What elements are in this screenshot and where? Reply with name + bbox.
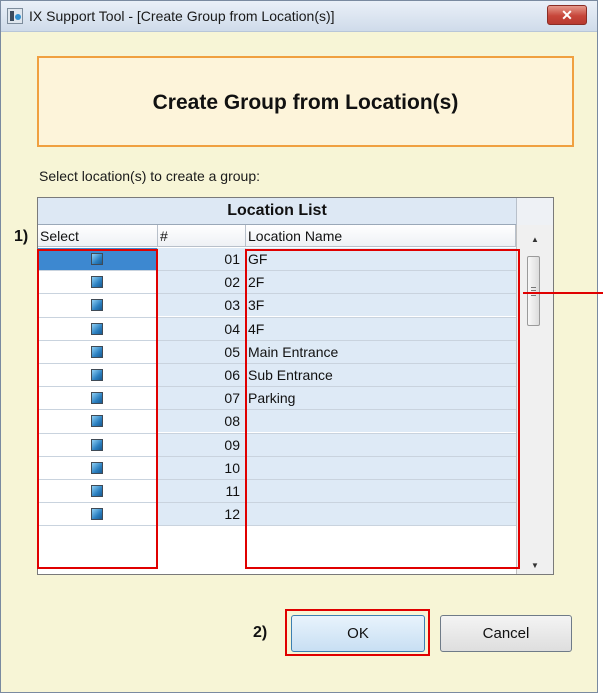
scroll-down-arrow-icon[interactable]: ▼: [531, 561, 539, 570]
callout-pointer-line: [523, 292, 603, 294]
row-number: 11: [158, 479, 246, 502]
row-number: 01: [158, 248, 246, 270]
row-number: 03: [158, 294, 246, 317]
row-number: 04: [158, 317, 246, 340]
page-title: Create Group from Location(s): [152, 91, 459, 114]
highlight-ok-button: [285, 609, 430, 656]
app-icon: [7, 8, 23, 24]
annotation-label-2: 2): [253, 624, 268, 641]
scroll-up-arrow-icon[interactable]: ▲: [531, 235, 539, 244]
window-title: IX Support Tool - [Create Group from Loc…: [29, 8, 335, 24]
cancel-button[interactable]: Cancel: [440, 615, 572, 652]
row-number: 07: [158, 387, 246, 410]
row-number: 05: [158, 340, 246, 363]
row-number: 09: [158, 433, 246, 456]
highlight-select-column: [37, 249, 158, 569]
close-button[interactable]: ✕: [547, 5, 587, 25]
row-number: 10: [158, 456, 246, 479]
highlight-location-name-column: [245, 249, 520, 569]
title-bar[interactable]: IX Support Tool - [Create Group from Loc…: [1, 1, 597, 32]
scrollbar-thumb[interactable]: [527, 256, 540, 326]
row-number: 12: [158, 503, 246, 526]
annotation-label-1: 1): [14, 228, 29, 245]
instruction-text: Select location(s) to create a group:: [39, 168, 261, 184]
location-list-title: Location List: [38, 198, 516, 225]
vertical-scrollbar[interactable]: ▲ ▼: [516, 225, 553, 574]
row-number: 02: [158, 271, 246, 294]
column-header-number[interactable]: #: [158, 225, 246, 247]
column-header-location-name[interactable]: Location Name: [246, 225, 516, 247]
row-number: 08: [158, 410, 246, 433]
row-number: 06: [158, 363, 246, 386]
header-banner: Create Group from Location(s): [37, 56, 574, 147]
column-header-select[interactable]: Select: [38, 225, 158, 247]
